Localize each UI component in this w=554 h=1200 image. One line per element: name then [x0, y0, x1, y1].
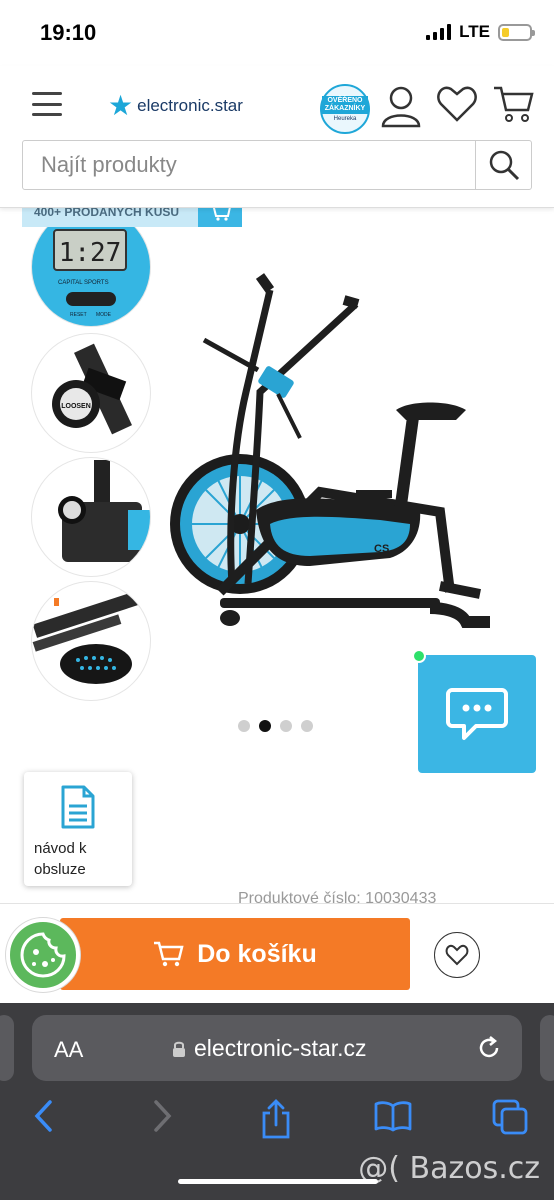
cookie-icon — [20, 932, 66, 978]
url-display[interactable]: electronic-star.cz — [172, 1035, 367, 1062]
console-mode-label: MODE — [96, 312, 112, 318]
hamburger-menu-icon[interactable] — [32, 92, 62, 116]
badge-line1: OVĚŘENO ZÁKAZNÍKY — [322, 96, 368, 114]
lock-icon — [173, 1041, 185, 1057]
knob-label: LOOSEN — [61, 403, 91, 410]
site-header: ★ electronic.star OVĚŘENO ZÁKAZNÍKY Heur… — [0, 66, 554, 208]
bookmarks-icon[interactable] — [374, 1099, 412, 1133]
logo-text: electronic.star — [137, 96, 243, 115]
cart-icon — [154, 941, 184, 967]
chat-bubble-icon — [446, 688, 508, 740]
browser-nav-row — [0, 1099, 554, 1143]
forward-icon[interactable] — [150, 1099, 174, 1133]
document-icon — [61, 785, 95, 829]
share-icon[interactable] — [260, 1099, 292, 1139]
bazos-watermark: @( Bazos.cz — [358, 1151, 540, 1186]
product-number: Produktové číslo: 10030433 — [238, 890, 437, 904]
console-display-text: 1:27 — [59, 238, 122, 268]
thumbnail-knob[interactable]: LOOSEN — [32, 334, 150, 452]
manual-label: návod k obsluze — [34, 838, 87, 880]
text-size-button[interactable]: AA — [54, 1037, 83, 1063]
heureka-badge[interactable]: OVĚŘENO ZÁKAZNÍKY Heureka — [320, 84, 370, 134]
heart-icon — [445, 944, 469, 966]
back-icon[interactable] — [32, 1099, 56, 1133]
wishlist-button[interactable] — [434, 932, 480, 978]
search-input[interactable]: Najít produkty — [23, 141, 475, 189]
pagination-dot[interactable] — [259, 720, 271, 732]
console-reset-label: RESET — [70, 312, 87, 318]
status-right: LTE — [426, 22, 535, 42]
search-bar: Najít produkty — [22, 140, 532, 190]
browser-toolbar: AA electronic-star.cz @( Bazos.cz — [0, 1003, 554, 1200]
search-button[interactable] — [475, 141, 531, 189]
thumbnail-frame[interactable] — [32, 458, 150, 576]
thumbnail-pedal[interactable] — [32, 582, 150, 700]
address-bar[interactable]: AA electronic-star.cz — [32, 1015, 522, 1081]
manual-label-line1: návod k — [34, 840, 87, 857]
site-logo[interactable]: ★ electronic.star — [108, 92, 243, 120]
url-text: electronic-star.cz — [194, 1035, 367, 1061]
battery-fill — [502, 27, 509, 37]
network-label: LTE — [459, 22, 490, 41]
pagination-dot[interactable] — [238, 720, 250, 732]
pagination-dot[interactable] — [301, 720, 313, 732]
manual-download-card[interactable]: návod k obsluze — [24, 772, 132, 886]
add-to-cart-label: Do košíku — [197, 939, 317, 968]
user-icon[interactable] — [380, 84, 422, 133]
gallery-pagination — [238, 720, 313, 732]
online-indicator — [412, 649, 426, 663]
search-icon — [489, 150, 519, 181]
chat-widget-button[interactable] — [412, 649, 536, 773]
bike-model-text: CS — [374, 543, 389, 555]
status-bar: 19:10 LTE — [0, 0, 554, 66]
tabs-icon[interactable] — [492, 1099, 528, 1135]
signal-icon — [426, 24, 452, 40]
console-brand-text: CAPITAL SPORTS — [58, 280, 109, 286]
add-to-cart-button[interactable]: Do košíku — [60, 918, 410, 990]
heart-icon[interactable] — [436, 84, 478, 129]
status-time: 19:10 — [40, 20, 97, 45]
pagination-dot[interactable] — [280, 720, 292, 732]
badge-line2: Heureka — [333, 115, 357, 122]
manual-label-line2: obsluze — [34, 861, 86, 878]
product-main-image[interactable]: CS — [160, 262, 520, 642]
buy-bar: Do košíku — [0, 903, 554, 1003]
cart-icon[interactable] — [492, 84, 534, 129]
reload-icon[interactable] — [476, 1035, 502, 1061]
battery-icon — [498, 23, 535, 41]
home-indicator[interactable] — [178, 1179, 378, 1184]
previous-tab-peek[interactable] — [0, 1015, 14, 1081]
star-logo-icon: ★ — [108, 90, 134, 121]
cookie-settings-button[interactable] — [6, 918, 80, 992]
next-tab-peek[interactable] — [540, 1015, 554, 1081]
